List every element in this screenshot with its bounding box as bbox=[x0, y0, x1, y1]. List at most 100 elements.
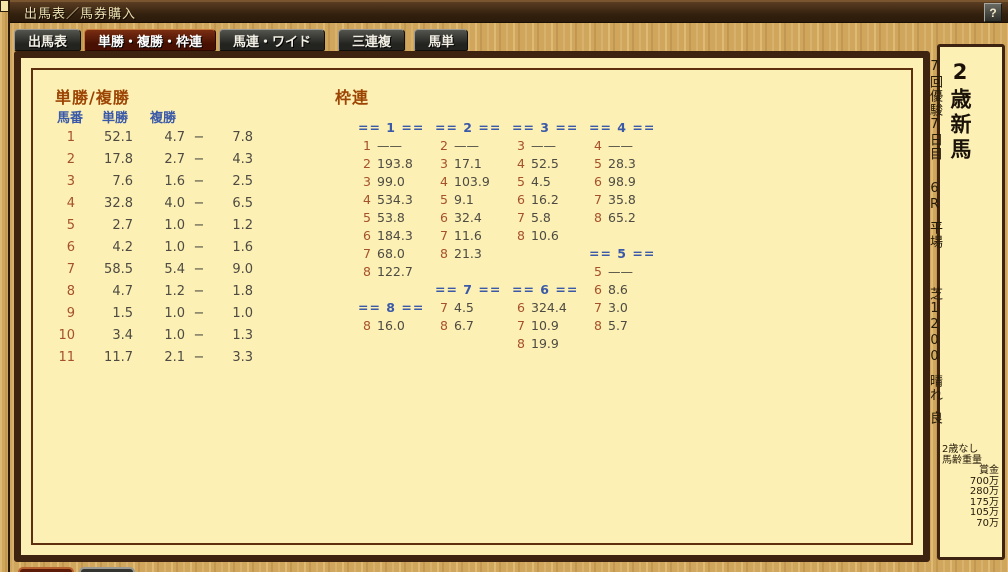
bracket-number: 5 bbox=[517, 173, 525, 189]
column-header-place-odds: 複勝 bbox=[149, 110, 176, 126]
horse-number: 4 bbox=[66, 195, 75, 211]
horse-number: 7 bbox=[66, 261, 75, 277]
bracket-number: 7 bbox=[594, 191, 602, 207]
bottom-button-right-partial[interactable] bbox=[79, 567, 135, 572]
bracket-number: 8 bbox=[440, 317, 448, 333]
title-bar: 出馬表／馬券購入 ? bbox=[10, 0, 1008, 23]
place-odds-high: 4.3 bbox=[232, 151, 253, 167]
place-odds-high: 9.0 bbox=[232, 261, 253, 277]
place-odds-high: 1.8 bbox=[232, 283, 253, 299]
bracket-odds-cell: 6 16.2 bbox=[512, 190, 589, 208]
tab-umaren-wide[interactable]: 馬連・ワイド bbox=[219, 29, 326, 51]
win-odds: 4.7 bbox=[112, 283, 133, 299]
bracket-odds-value: —— bbox=[377, 137, 402, 153]
bracket-odds-value: 10.9 bbox=[531, 317, 559, 333]
odds-range-dash: − bbox=[193, 151, 205, 167]
tab-sanrenpuku[interactable]: 三連複 bbox=[338, 29, 406, 51]
place-odds-low: 2.1 bbox=[164, 349, 185, 365]
window-corner-chip bbox=[0, 0, 9, 12]
horse-number: 1 bbox=[66, 129, 75, 145]
bracket-odds-cell: 2 —— bbox=[435, 136, 512, 154]
bracket-odds-cell: 6 184.3 bbox=[358, 226, 435, 244]
bracket-number: 5 bbox=[363, 209, 371, 225]
odds-range-dash: − bbox=[193, 283, 205, 299]
bracket-odds-cell: 7 11.6 bbox=[435, 226, 512, 244]
odds-range-dash: − bbox=[193, 195, 205, 211]
bracket-odds-value: 16.0 bbox=[377, 317, 405, 333]
tab-tansho-fukusho-wakuren[interactable]: 単勝・複勝・枠連 bbox=[84, 29, 217, 51]
place-odds-high: 7.8 bbox=[232, 129, 253, 145]
win-place-header-row: 馬番 単勝 複勝 bbox=[51, 106, 257, 126]
horse-number: 2 bbox=[66, 151, 75, 167]
bracket-odds-value: —— bbox=[608, 137, 633, 153]
race-meta-column: 7回優駿7日目 6R 平場 芝1200 晴れ 良 bbox=[872, 47, 997, 425]
place-odds-high: 6.5 bbox=[232, 195, 253, 211]
bracket-odds-cell: 8 6.7 bbox=[435, 316, 512, 334]
bracket-number: 6 bbox=[517, 299, 525, 315]
bracket-odds-value: —— bbox=[608, 263, 633, 279]
odds-range-dash: − bbox=[193, 217, 205, 233]
bracket-number: 4 bbox=[594, 137, 602, 153]
race-note: 2歳なし bbox=[942, 444, 979, 455]
bracket-number: 4 bbox=[517, 155, 525, 171]
win-odds: 3.4 bbox=[112, 327, 133, 343]
bracket-odds-cell: 4 103.9 bbox=[435, 172, 512, 190]
bracket-header: == 6 == bbox=[512, 281, 579, 297]
win-place-row: 5 2.7 1.0− 1.2 bbox=[51, 214, 257, 236]
help-button[interactable]: ? bbox=[984, 3, 1002, 22]
course-label: 芝1200 bbox=[927, 287, 942, 365]
window-left-edge bbox=[0, 0, 10, 572]
win-odds: 17.8 bbox=[104, 151, 133, 167]
going-label: 良 bbox=[927, 411, 942, 425]
bracket-odds-cell: 6 32.4 bbox=[435, 208, 512, 226]
horse-number: 9 bbox=[66, 305, 75, 321]
meeting-label: 7回優駿7日目 bbox=[927, 59, 942, 161]
place-odds-low: 4.0 bbox=[164, 195, 185, 211]
bracket-number: 3 bbox=[363, 173, 371, 189]
bracket-odds-value: 8.6 bbox=[608, 281, 628, 297]
race-kind-label: 平場 bbox=[927, 221, 942, 249]
race-number-label: 6R bbox=[927, 181, 942, 213]
bracket-odds-value: 5.8 bbox=[531, 209, 551, 225]
bracket-number: 7 bbox=[517, 209, 525, 225]
bracket-odds-cell: 6 8.6 bbox=[589, 280, 666, 298]
bracket-odds-value: 5.7 bbox=[608, 317, 628, 333]
column-header-horse-number: 馬番 bbox=[56, 110, 83, 126]
bracket-odds-cell: 8 19.9 bbox=[512, 334, 589, 352]
weather-label: 晴れ bbox=[927, 374, 942, 402]
bracket-odds-value: 193.8 bbox=[377, 155, 413, 171]
bracket-odds-cell: 1 —— bbox=[358, 136, 435, 154]
bracket-number: 8 bbox=[594, 209, 602, 225]
place-odds-low: 4.7 bbox=[164, 129, 185, 145]
bracket-odds-cell: 5 9.1 bbox=[435, 190, 512, 208]
bracket-number: 7 bbox=[440, 227, 448, 243]
bracket-number: 2 bbox=[363, 155, 371, 171]
bracket-odds-value: 53.8 bbox=[377, 209, 405, 225]
bracket-odds-value: 19.9 bbox=[531, 335, 559, 351]
bracket-odds-value: 28.3 bbox=[608, 155, 636, 171]
bracket-odds-value: 11.6 bbox=[454, 227, 482, 243]
win-place-row: 9 1.5 1.0−1.0 bbox=[51, 302, 257, 324]
bracket-number: 6 bbox=[594, 173, 602, 189]
tab-row: 出馬表 単勝・複勝・枠連 馬連・ワイド 三連複 馬単 bbox=[14, 29, 471, 51]
bracket-odds-cell: 6 324.4 bbox=[512, 298, 589, 316]
bracket-header: == 4 == bbox=[589, 119, 656, 135]
bracket-odds-cell: 2 193.8 bbox=[358, 154, 435, 172]
bottom-button-left-partial[interactable] bbox=[18, 567, 74, 572]
place-odds-low: 1.0 bbox=[164, 239, 185, 255]
blank-cell bbox=[589, 226, 666, 244]
place-odds-high: 1.2 bbox=[232, 217, 253, 233]
bracket-number: 8 bbox=[440, 245, 448, 261]
bracket-odds-cell: 5 28.3 bbox=[589, 154, 666, 172]
place-odds-low: 1.0 bbox=[164, 305, 185, 321]
bracket-odds-value: 6.7 bbox=[454, 317, 474, 333]
place-odds-high: 1.0 bbox=[232, 305, 253, 321]
bracket-odds-cell: 3 17.1 bbox=[435, 154, 512, 172]
bracket-odds-value: 122.7 bbox=[377, 263, 413, 279]
tab-shutsubahyo[interactable]: 出馬表 bbox=[14, 29, 82, 51]
place-odds-high: 3.3 bbox=[232, 349, 253, 365]
horse-number: 10 bbox=[58, 327, 75, 343]
bracket-odds-cell: 7 68.0 bbox=[358, 244, 435, 262]
bracket-odds-value: 534.3 bbox=[377, 191, 413, 207]
tab-umatan[interactable]: 馬単 bbox=[414, 29, 469, 51]
